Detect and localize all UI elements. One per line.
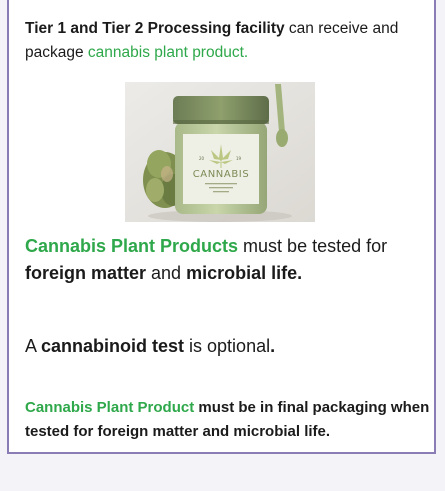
testing-requirement-paragraph: Cannabis Plant Products must be tested f… bbox=[25, 233, 430, 287]
packaging-paragraph: Cannabis Plant Product must be in final … bbox=[25, 396, 435, 444]
cannabinoid-suffix: is optional bbox=[184, 336, 271, 356]
product-subject: Cannabis Plant Products bbox=[25, 236, 239, 256]
facility-type: Tier 1 and Tier 2 Processing facility bbox=[25, 20, 285, 37]
info-card: Tier 1 and Tier 2 Processing facility ca… bbox=[7, 0, 436, 454]
jar-brand: CANNABIS bbox=[193, 169, 250, 180]
microbial-term: microbial life. bbox=[186, 263, 303, 283]
cannabinoid-test-term: cannabinoid test bbox=[41, 336, 185, 356]
cannabis-jar-image: 20 19 CANNABIS bbox=[125, 82, 315, 222]
jar-label-year-left: 20 bbox=[199, 156, 205, 161]
packaging-subject: Cannabis Plant Product bbox=[25, 399, 195, 416]
cannabinoid-period: . bbox=[270, 336, 276, 356]
product-term: cannabis plant product. bbox=[87, 44, 249, 61]
requirement-text: must be tested for bbox=[238, 236, 388, 256]
cannabinoid-paragraph: A cannabinoid test is optional. bbox=[25, 333, 430, 360]
jar-label-year-right: 19 bbox=[236, 156, 242, 161]
intro-paragraph: Tier 1 and Tier 2 Processing facility ca… bbox=[25, 17, 425, 65]
foreign-matter-term: foreign matter bbox=[25, 263, 147, 283]
conjunction-text: and bbox=[146, 263, 187, 283]
cannabinoid-prefix: A bbox=[25, 336, 42, 356]
